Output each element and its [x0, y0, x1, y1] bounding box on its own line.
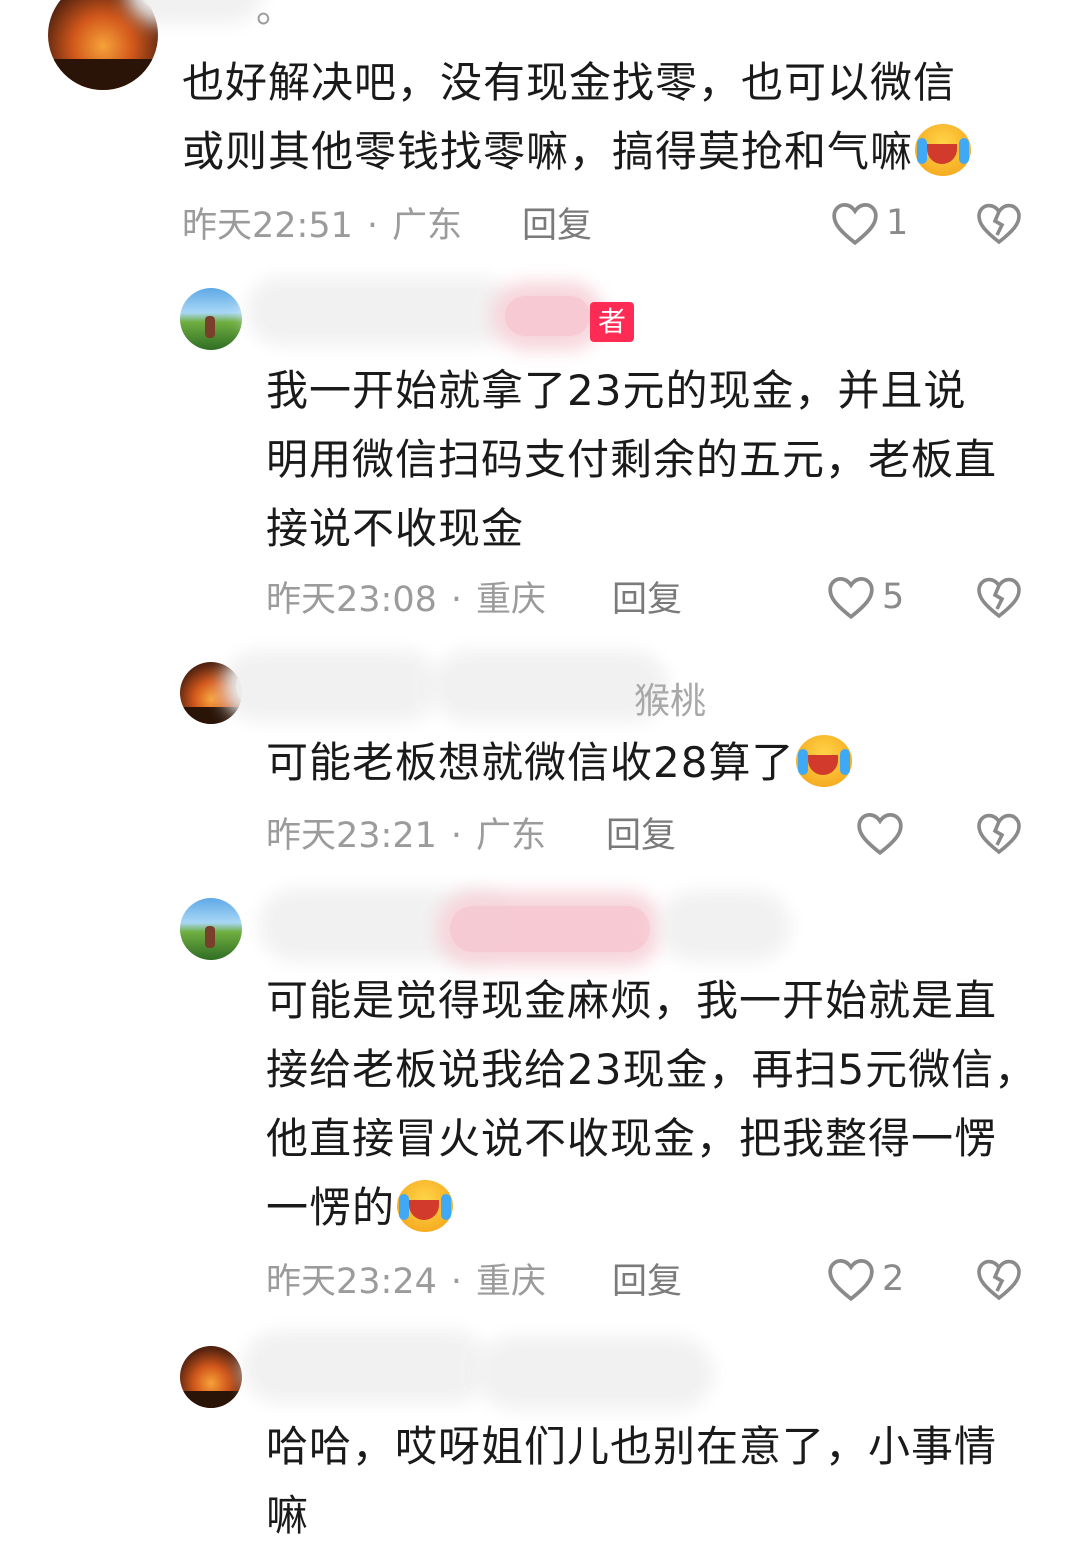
- location: 广东: [476, 816, 547, 856]
- heart-icon: [828, 576, 874, 620]
- comment-text: 也好解决吧，没有现金找零，也可以微信 或则其他零钱找零嘛，搞得莫抢和气嘛: [182, 48, 1052, 186]
- blurred-username: [490, 1350, 700, 1396]
- like-button[interactable]: 5: [826, 574, 904, 620]
- like-button[interactable]: [855, 810, 911, 856]
- comment-text: 我一开始就拿了23元的现金，并且说 明用微信扫码支付剩余的五元，老板直 接说不收…: [266, 366, 998, 553]
- username-fragment: 猴桃: [634, 681, 707, 722]
- blurred-username: [140, 0, 250, 10]
- blurred-username: [236, 664, 426, 708]
- reply-button[interactable]: 回复: [612, 1260, 682, 1304]
- like-button[interactable]: 1: [830, 200, 908, 246]
- reply-button[interactable]: 回复: [606, 814, 676, 858]
- comment-meta: 昨天22:51 · 广东: [182, 206, 463, 246]
- crying-laughing-emoji-icon: [796, 735, 853, 787]
- comment-text: 可能是觉得现金麻烦，我一开始就是直 接给老板说我给23现金，再扫5元微信， 他直…: [266, 976, 1038, 1232]
- comment-meta: 昨天23:24 · 重庆: [266, 1262, 547, 1302]
- blurred-username: [505, 296, 590, 336]
- comment-meta: 昨天23:21 · 广东: [266, 816, 547, 856]
- like-button[interactable]: 2: [826, 1256, 904, 1302]
- broken-heart-icon[interactable]: [975, 574, 1023, 620]
- avatar[interactable]: [180, 1346, 242, 1408]
- crying-laughing-emoji-icon: [915, 124, 972, 176]
- crying-laughing-emoji-icon: [397, 1180, 454, 1232]
- timestamp: 昨天23:24: [266, 1262, 437, 1302]
- like-count: 5: [882, 577, 905, 617]
- author-badge: 者: [590, 302, 635, 342]
- heart-icon: [828, 1258, 874, 1302]
- heart-icon: [857, 812, 903, 856]
- location: 重庆: [476, 1262, 547, 1302]
- avatar[interactable]: [180, 662, 242, 724]
- location: 广东: [392, 206, 463, 246]
- blurred-username: [260, 290, 500, 332]
- timestamp: 昨天23:21: [266, 816, 437, 856]
- username-fragment: 。: [256, 0, 295, 31]
- blurred-username: [672, 904, 777, 948]
- broken-heart-icon[interactable]: [975, 1256, 1023, 1302]
- avatar[interactable]: [48, 0, 158, 90]
- reply-button[interactable]: 回复: [612, 578, 682, 622]
- avatar[interactable]: [180, 288, 242, 350]
- blurred-username: [450, 906, 650, 952]
- avatar[interactable]: [180, 898, 242, 960]
- comment-text: 可能老板想就微信收28算了: [266, 728, 1046, 797]
- comment-text: 哈哈，哎呀姐们儿也别在意了，小事情 嘛: [266, 1422, 998, 1540]
- heart-icon: [832, 202, 878, 246]
- comment-meta: 昨天23:08 · 重庆: [266, 580, 547, 620]
- like-count: 1: [886, 203, 909, 243]
- broken-heart-icon[interactable]: [975, 810, 1023, 856]
- blurred-username: [445, 664, 655, 708]
- broken-heart-icon[interactable]: [975, 200, 1023, 246]
- reply-button[interactable]: 回复: [522, 204, 592, 248]
- like-count: 2: [882, 1259, 905, 1299]
- timestamp: 昨天23:08: [266, 580, 437, 620]
- location: 重庆: [476, 580, 547, 620]
- timestamp: 昨天22:51: [182, 206, 353, 246]
- blurred-username: [256, 1344, 476, 1390]
